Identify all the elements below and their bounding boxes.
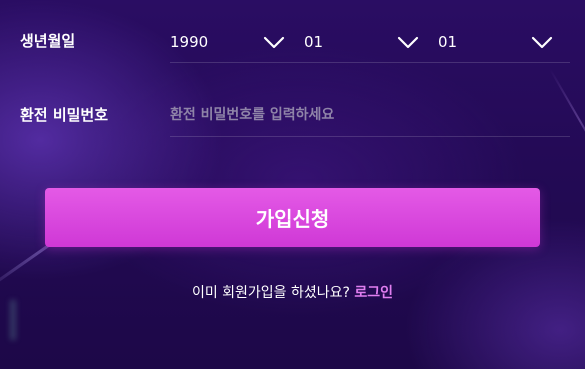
birth-month-select[interactable]: 01 <box>304 22 426 62</box>
login-prompt-text: 이미 회원가입을 하셨나요? <box>191 285 350 301</box>
chevron-down-icon <box>397 36 419 49</box>
login-prompt: 이미 회원가입을 하셨나요? 로그인 <box>0 282 585 302</box>
birth-day-value: 01 <box>438 33 458 51</box>
birth-year-value: 1990 <box>170 33 209 51</box>
signup-submit-button[interactable]: 가입신청 <box>45 188 540 247</box>
transfer-password-field-wrap <box>170 96 570 137</box>
birth-year-select[interactable]: 1990 <box>170 22 292 62</box>
transfer-password-label: 환전 비밀번호 <box>20 106 109 124</box>
login-link[interactable]: 로그인 <box>354 285 393 301</box>
birthdate-label: 생년월일 <box>20 32 76 50</box>
background-light-streak <box>10 300 16 340</box>
birth-month-value: 01 <box>304 33 324 51</box>
transfer-password-input[interactable] <box>170 96 570 134</box>
birthdate-select-group: 1990 01 01 <box>170 22 570 63</box>
chevron-down-icon <box>531 36 553 49</box>
chevron-down-icon <box>263 36 285 49</box>
birth-day-select[interactable]: 01 <box>438 22 570 62</box>
